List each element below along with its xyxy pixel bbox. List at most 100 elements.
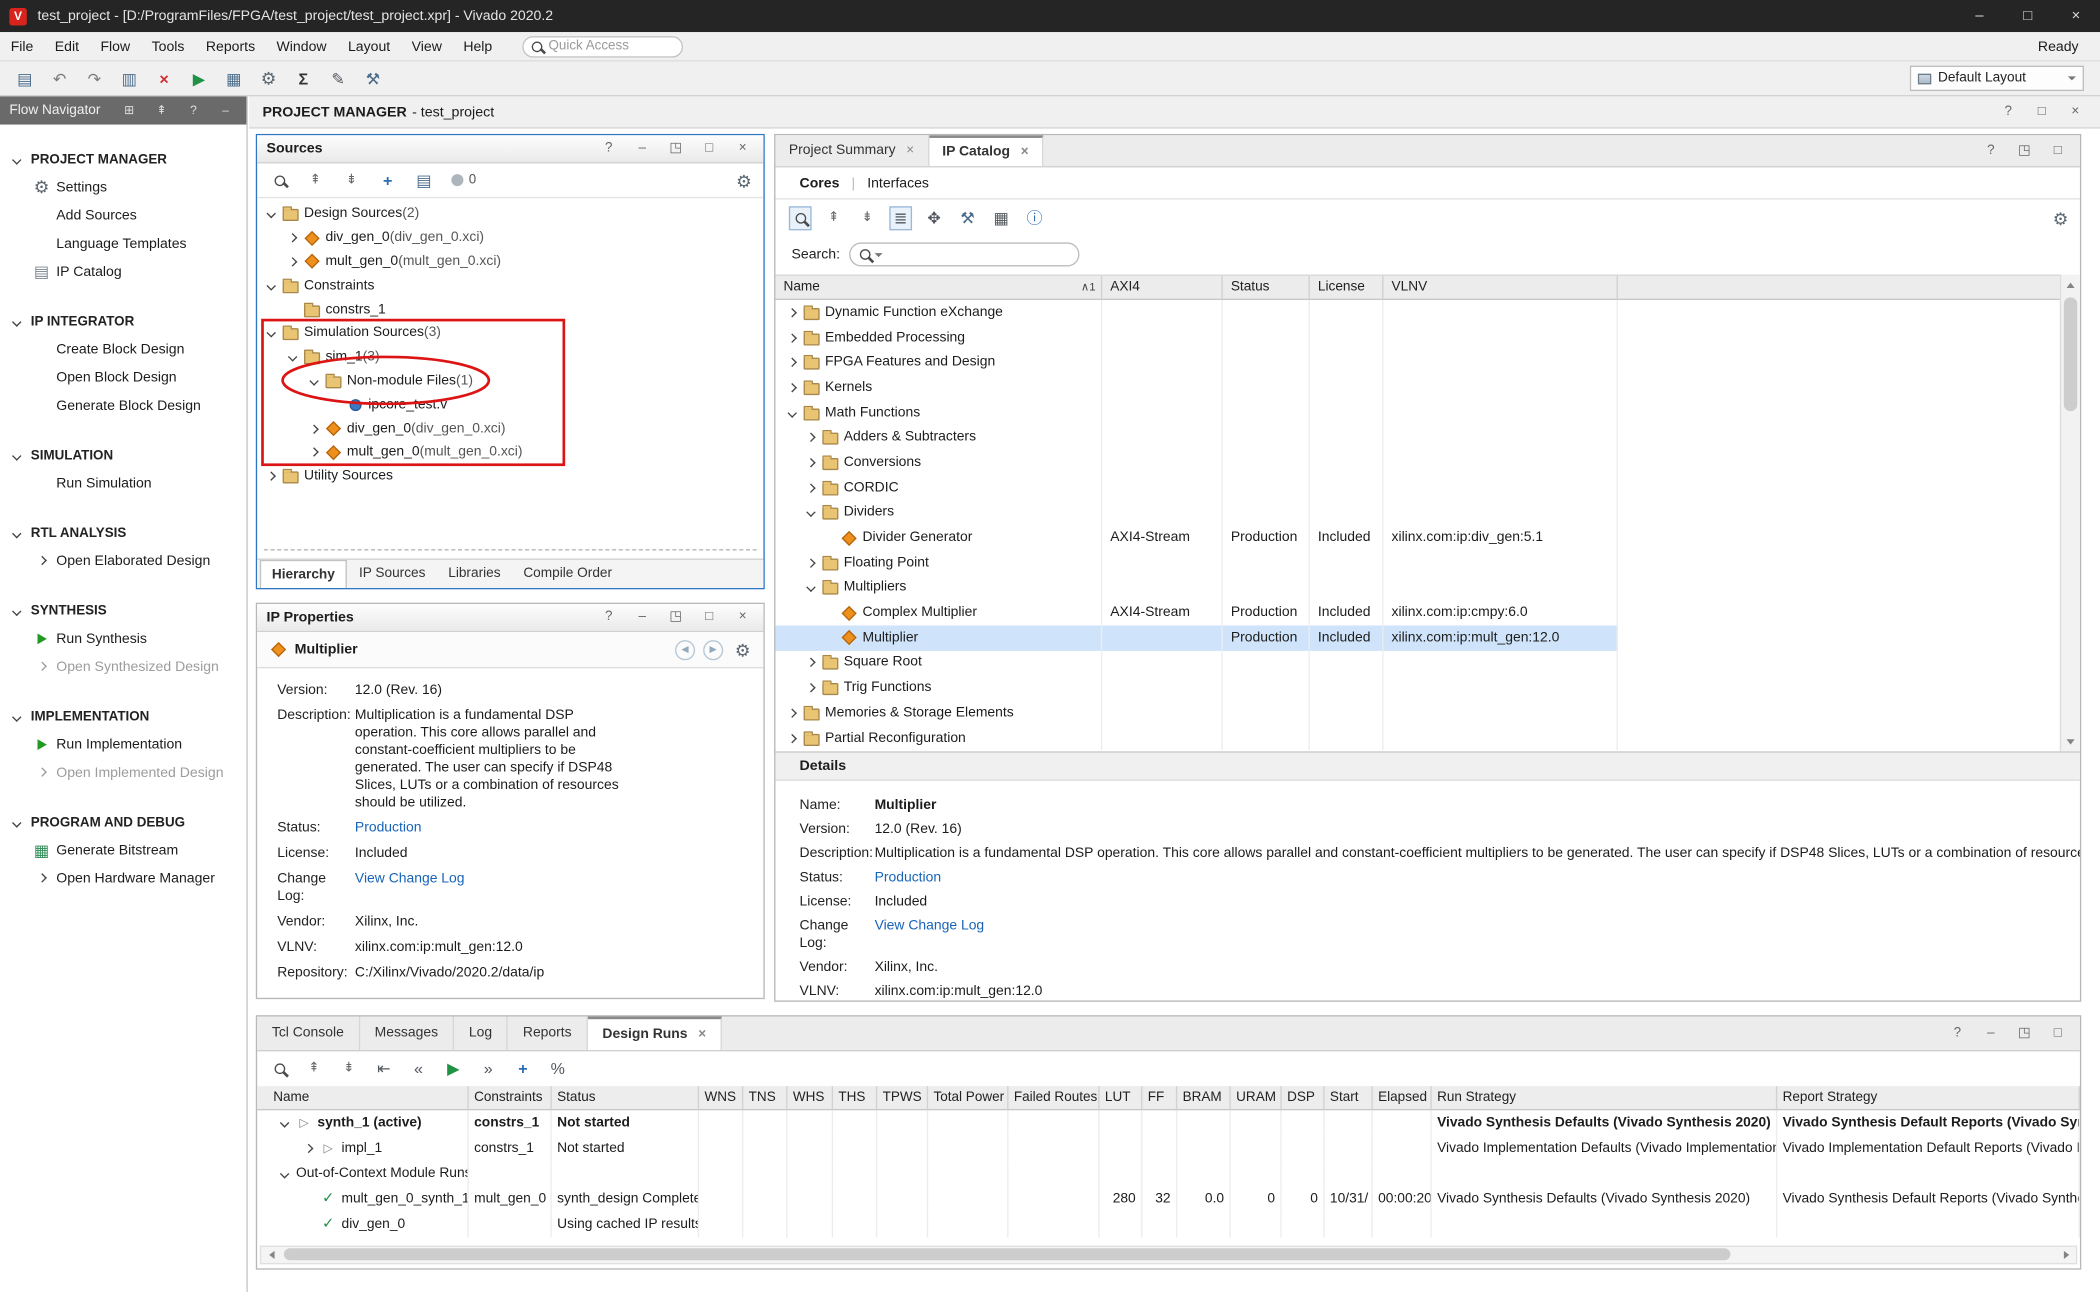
chevron-down-icon[interactable]	[8, 452, 25, 459]
source-tree-item-utility-sources[interactable]: Utility Sources	[257, 464, 763, 488]
flow-section-header-implementation[interactable]: IMPLEMENTATION	[0, 703, 246, 730]
hierarchy-button[interactable]: ≣	[889, 206, 912, 230]
menu-view[interactable]: View	[401, 32, 453, 60]
delete-button[interactable]: ×	[153, 66, 176, 90]
chevron-right-icon[interactable]	[802, 459, 819, 466]
catalog-vertical-scrollbar[interactable]	[2060, 275, 2080, 752]
chevron-down-icon[interactable]	[284, 354, 301, 361]
flow-section-header-synthesis[interactable]: SYNTHESIS	[0, 597, 246, 624]
float-button[interactable]: ◳	[2013, 1021, 2036, 1045]
expand-button[interactable]: ⇟	[340, 168, 363, 192]
move-button[interactable]: ✥	[923, 206, 946, 230]
close-button[interactable]: ×	[731, 605, 754, 629]
field-value[interactable]: View Change Log	[875, 917, 2080, 952]
help-button[interactable]: ?	[1946, 1021, 1969, 1045]
search-button[interactable]	[789, 206, 812, 230]
tab-tcl-console[interactable]: Tcl Console	[257, 1017, 360, 1050]
catalog-row-cordic[interactable]: CORDIC	[775, 475, 2059, 500]
column-header-run-strategy[interactable]: Run Strategy	[1432, 1086, 1778, 1109]
search-button[interactable]	[268, 168, 291, 192]
menu-file[interactable]: File	[0, 32, 44, 60]
chevron-right-icon[interactable]	[802, 434, 819, 441]
column-header-tpws[interactable]: TPWS	[877, 1086, 928, 1109]
ip-properties-titlebar[interactable]: IP Properties ?–◳□×	[257, 604, 763, 632]
percent-button[interactable]: %	[546, 1057, 569, 1081]
help-button[interactable]: ?	[1979, 139, 2002, 163]
search-input[interactable]	[849, 242, 1079, 266]
scroll-right-icon[interactable]	[2056, 1247, 2076, 1263]
catalog-row-dynamic-function-exchange[interactable]: Dynamic Function eXchange	[775, 300, 2059, 325]
back-button[interactable]: ◀	[675, 640, 695, 660]
catalog-row-memories-storage-elements[interactable]: Memories & Storage Elements	[775, 700, 2059, 725]
minimize-button[interactable]: –	[214, 98, 237, 122]
chevron-right-icon[interactable]	[284, 235, 301, 242]
collapse-button[interactable]: ⇞	[304, 168, 327, 192]
flow-item-add-sources[interactable]: Add Sources	[0, 201, 246, 229]
layout-selector[interactable]: Default Layout	[1910, 66, 2084, 91]
flow-item-generate-block-design[interactable]: Generate Block Design	[0, 391, 246, 419]
chevron-down-icon[interactable]	[8, 819, 25, 826]
float-button[interactable]: ◳	[2013, 139, 2036, 163]
run-row-impl-1[interactable]: ▷impl_1constrs_1Not startedVivado Implem…	[257, 1136, 2080, 1161]
settings-button[interactable]: ⚙	[257, 66, 280, 90]
window-close-button[interactable]: ×	[2052, 0, 2100, 32]
sources-titlebar[interactable]: Sources ?–◳□×	[257, 135, 763, 163]
flow-item-generate-bitstream[interactable]: ▦Generate Bitstream	[0, 836, 246, 864]
save-button[interactable]: ▤	[13, 66, 36, 90]
source-tree-item-mult-gen-0[interactable]: mult_gen_0 (mult_gen_0.xci)	[257, 441, 763, 465]
minimize-button[interactable]: –	[631, 137, 654, 161]
flow-section-header-rtl-analysis[interactable]: RTL ANALYSIS	[0, 520, 246, 547]
chevron-right-icon[interactable]	[783, 309, 800, 316]
help-button[interactable]: ?	[597, 137, 620, 161]
chevron-down-icon[interactable]	[276, 1120, 293, 1127]
maximize-button[interactable]: □	[2046, 139, 2069, 163]
catalog-row-trig-functions[interactable]: Trig Functions	[775, 675, 2059, 700]
chevron-right-icon[interactable]	[783, 384, 800, 391]
column-header-name[interactable]: Name∧1	[775, 276, 1102, 299]
chevron-right-icon[interactable]	[33, 769, 50, 776]
catalog-row-floating-point[interactable]: Floating Point	[775, 550, 2059, 575]
run-row-synth-1-active[interactable]: ▷synth_1 (active)constrs_1Not startedViv…	[257, 1110, 2080, 1135]
gear-button[interactable]: ⚙	[733, 169, 756, 193]
chevron-right-icon[interactable]	[305, 425, 322, 432]
close-tab-icon[interactable]: ×	[698, 1027, 706, 1042]
source-tree-item-div-gen-0[interactable]: div_gen_0 (div_gen_0.xci)	[257, 417, 763, 441]
source-tree-item-div-gen-0[interactable]: div_gen_0 (div_gen_0.xci)	[257, 226, 763, 250]
source-tree-item-design-sources[interactable]: Design Sources (2)	[257, 202, 763, 226]
report-button[interactable]: ▦	[222, 66, 245, 90]
maximize-button[interactable]: □	[698, 605, 721, 629]
gear-button[interactable]: ⚙	[2049, 206, 2072, 230]
chevron-right-icon[interactable]	[783, 334, 800, 341]
menu-layout[interactable]: Layout	[337, 32, 401, 60]
menu-window[interactable]: Window	[266, 32, 337, 60]
close-button[interactable]: ×	[2064, 100, 2087, 124]
source-tree-item-sim-1[interactable]: sim_1 (3)	[257, 345, 763, 369]
source-tree-item-mult-gen-0[interactable]: mult_gen_0 (mult_gen_0.xci)	[257, 250, 763, 274]
run-button[interactable]: ▶	[188, 66, 211, 90]
scroll-left-icon[interactable]	[261, 1247, 281, 1263]
chevron-down-icon[interactable]	[8, 318, 25, 325]
search-button[interactable]	[268, 1057, 291, 1081]
scrollbar-thumb[interactable]	[2064, 297, 2077, 411]
menu-edit[interactable]: Edit	[44, 32, 90, 60]
catalog-row-complex-multiplier[interactable]: Complex MultiplierAXI4-StreamProductionI…	[775, 600, 2059, 625]
chevron-down-icon[interactable]	[8, 530, 25, 537]
source-tree-item-ipcore-test-v[interactable]: ipcore_test.v	[257, 393, 763, 417]
source-tree-item-constrs-1[interactable]: constrs_1	[257, 298, 763, 322]
flow-item-open-synthesized-design[interactable]: Open Synthesized Design	[0, 652, 246, 680]
plus-button[interactable]: +	[512, 1057, 535, 1081]
gear-button[interactable]: ⚙	[731, 638, 754, 662]
run-row-out-of-context-module-runs[interactable]: Out-of-Context Module Runs	[257, 1161, 2080, 1186]
maximize-button[interactable]: □	[2046, 1021, 2069, 1045]
column-header-license[interactable]: License	[1310, 276, 1384, 299]
flow-section-header-program-and-debug[interactable]: PROGRAM AND DEBUG	[0, 809, 246, 836]
menu-reports[interactable]: Reports	[195, 32, 266, 60]
scroll-up-icon[interactable]	[2061, 275, 2080, 295]
subtab-cores[interactable]: Cores	[800, 175, 840, 191]
column-header-bram[interactable]: BRAM	[1177, 1086, 1231, 1109]
flow-item-run-simulation[interactable]: Run Simulation	[0, 469, 246, 497]
catalog-row-math-functions[interactable]: Math Functions	[775, 400, 2059, 425]
horizontal-scrollbar[interactable]	[260, 1246, 2077, 1265]
dock-button[interactable]: ⊞	[118, 98, 141, 122]
column-header-failed-routes[interactable]: Failed Routes	[1008, 1086, 1099, 1109]
